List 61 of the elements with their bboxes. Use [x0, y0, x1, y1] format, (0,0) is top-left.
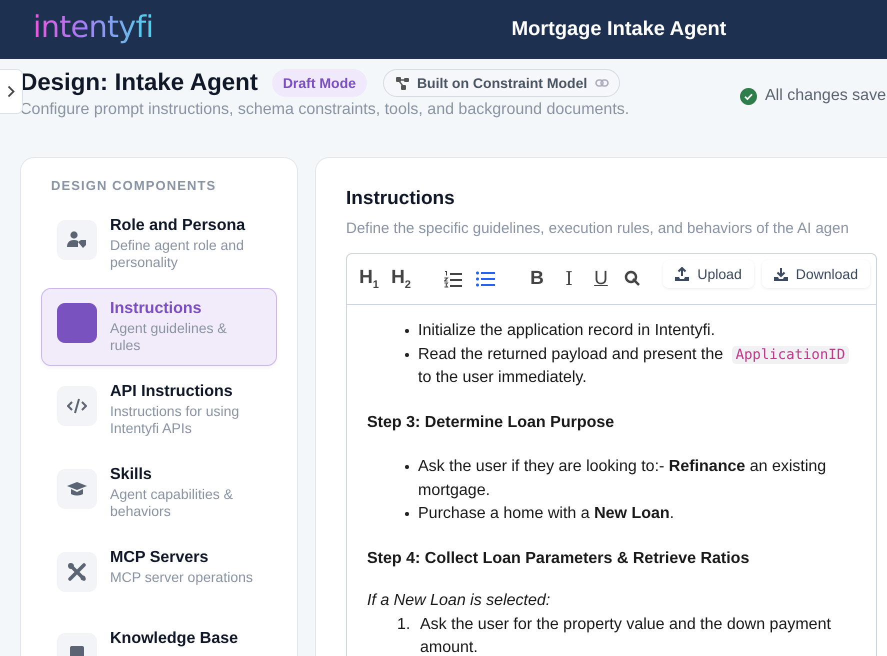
heading-button[interactable]: H$_{1}$: [359, 266, 379, 292]
item-description: Agent guidelines & rules: [110, 320, 228, 354]
italic-button[interactable]: I: [559, 266, 579, 292]
bold-button[interactable]: B: [527, 266, 547, 292]
sidebar-item[interactable]: Skills Agent capabilities & behaviors: [41, 454, 277, 532]
app-title: Mortgage Intake Agent: [512, 18, 726, 41]
nodes-icon: [396, 76, 409, 90]
step-heading: Step 4: Collect Loan Parameters & Retrieve Ratios: [367, 548, 750, 568]
code-tag: ApplicationID: [732, 346, 850, 364]
graduation-cap-icon: [67, 481, 87, 497]
section-title: Instructions: [346, 188, 456, 210]
section-description: Define the specific guidelines, execution rules, and behaviors of the AI agen: [346, 220, 850, 237]
item-description: Agent capabilities & behaviors: [110, 486, 234, 520]
item-description: MCP server operations: [110, 569, 253, 586]
sidebar-item[interactable]: API Instructions Instructions for using Intentyfi APIs: [41, 371, 277, 449]
page-title: Design: Intake Agent: [20, 69, 258, 97]
bullet-icon: [405, 352, 409, 356]
code-icon: [67, 398, 87, 414]
item-title: Knowledge Base: [110, 630, 238, 648]
bullet-icon: [405, 465, 409, 469]
user-tag-icon: [67, 231, 87, 249]
sidebar-item[interactable]: Knowledge Base: [41, 618, 277, 656]
check-circle-icon: [740, 88, 757, 104]
bullet-icon: [405, 329, 409, 333]
download-button[interactable]: Download: [762, 260, 870, 288]
save-status: All changes save: [765, 87, 886, 105]
list-number: 1.: [397, 614, 411, 634]
list-item-text: Purchase a home with a New Loan.: [418, 504, 674, 524]
upload-icon: [675, 267, 690, 281]
item-description: Define agent role and personality: [110, 237, 245, 271]
sidebar-heading: DESIGN COMPONENTS: [51, 178, 218, 193]
sidebar-item[interactable]: Instructions Agent guidelines & rules: [41, 288, 277, 366]
list-item-text: to the user immediately.: [418, 369, 587, 386]
item-title: Instructions: [110, 300, 203, 318]
list-item-text: Initialize the application record in Intentyfi.: [418, 321, 716, 341]
item-title: Skills: [110, 466, 153, 484]
paragraph: If a New Loan is selected:: [367, 591, 552, 611]
step-heading: Step 3: Determine Loan Purpose: [367, 412, 616, 432]
download-icon: [774, 267, 788, 281]
item-description: Instructions for using Intentyfi APIs: [110, 403, 240, 437]
upload-button[interactable]: Upload: [663, 260, 754, 288]
sidebar-item[interactable]: Role and Persona Define agent role and personality: [41, 205, 277, 283]
bullet-list-icon: [476, 271, 494, 287]
numbered-list-icon: [444, 270, 462, 288]
list-item-text: Ask the user for the property value and the down payment amount.: [420, 614, 832, 656]
tools-icon: [68, 563, 86, 581]
bullet-icon: [405, 512, 409, 516]
sidebar-toggle-button[interactable]: [0, 69, 23, 114]
item-title: API Instructions: [110, 383, 234, 401]
list-item-text: Ask the user if they are looking to:- Refinance an existing mortgage.: [418, 457, 828, 500]
model-badge[interactable]: Built on Constraint Model: [382, 69, 620, 97]
list-item-text: Read the returned payload and present the: [418, 346, 724, 362]
rich-text-editor[interactable]: [346, 253, 877, 656]
page-subtitle: Configure prompt instructions, schema constraints, tools, and background documents.: [20, 101, 630, 119]
draft-mode-badge: Draft Mode: [272, 69, 367, 97]
chevron-right-icon: [7, 85, 15, 98]
item-title: Role and Persona: [110, 217, 246, 235]
sidebar-item[interactable]: MCP Servers MCP server operations: [41, 537, 277, 613]
underline-button[interactable]: U: [591, 266, 611, 292]
item-title: MCP Servers: [110, 549, 210, 567]
heading-button[interactable]: H$_{2}$: [391, 266, 411, 292]
